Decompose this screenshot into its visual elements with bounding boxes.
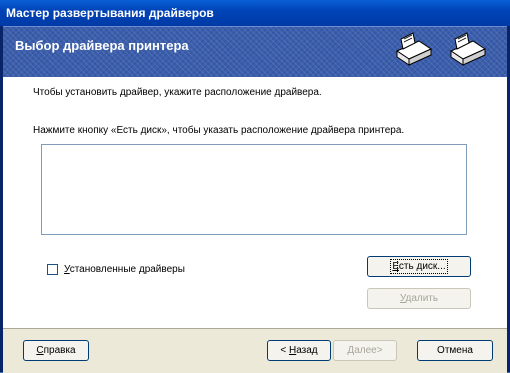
driver-list[interactable] <box>41 144 467 235</box>
printer-icon <box>449 32 487 66</box>
wizard-content: Чтобы установить драйвер, укажите распол… <box>3 77 507 328</box>
installed-drivers-checkbox[interactable] <box>47 263 58 275</box>
cancel-button[interactable]: Отмена <box>417 340 493 361</box>
help-button[interactable]: Справка <box>23 340 89 361</box>
installed-drivers-label[interactable]: Установленные драйверы <box>64 264 185 275</box>
page-title: Выбор драйвера принтера <box>15 38 189 53</box>
back-button[interactable]: < Назад <box>267 340 331 361</box>
have-disk-button[interactable]: Есть диск... <box>367 256 471 277</box>
wizard-header-banner: Выбор драйвера принтера <box>3 26 507 78</box>
printer-icon <box>395 32 433 66</box>
instruction-text-have-disk: Нажмите кнопку «Есть диск», чтобы указат… <box>33 125 405 136</box>
instruction-text: Чтобы установить драйвер, укажите распол… <box>33 87 322 98</box>
window-title: Мастер развертывания драйверов <box>0 0 510 26</box>
remove-button[interactable]: Удалить <box>367 288 471 309</box>
installed-drivers-checkbox-row[interactable]: Установленные драйверы <box>47 262 185 276</box>
wizard-footer: Справка < Назад Далее> Отмена <box>3 328 507 373</box>
driver-wizard-window: Мастер развертывания драйверов Выбор дра… <box>0 0 510 373</box>
next-button[interactable]: Далее> <box>333 340 397 361</box>
